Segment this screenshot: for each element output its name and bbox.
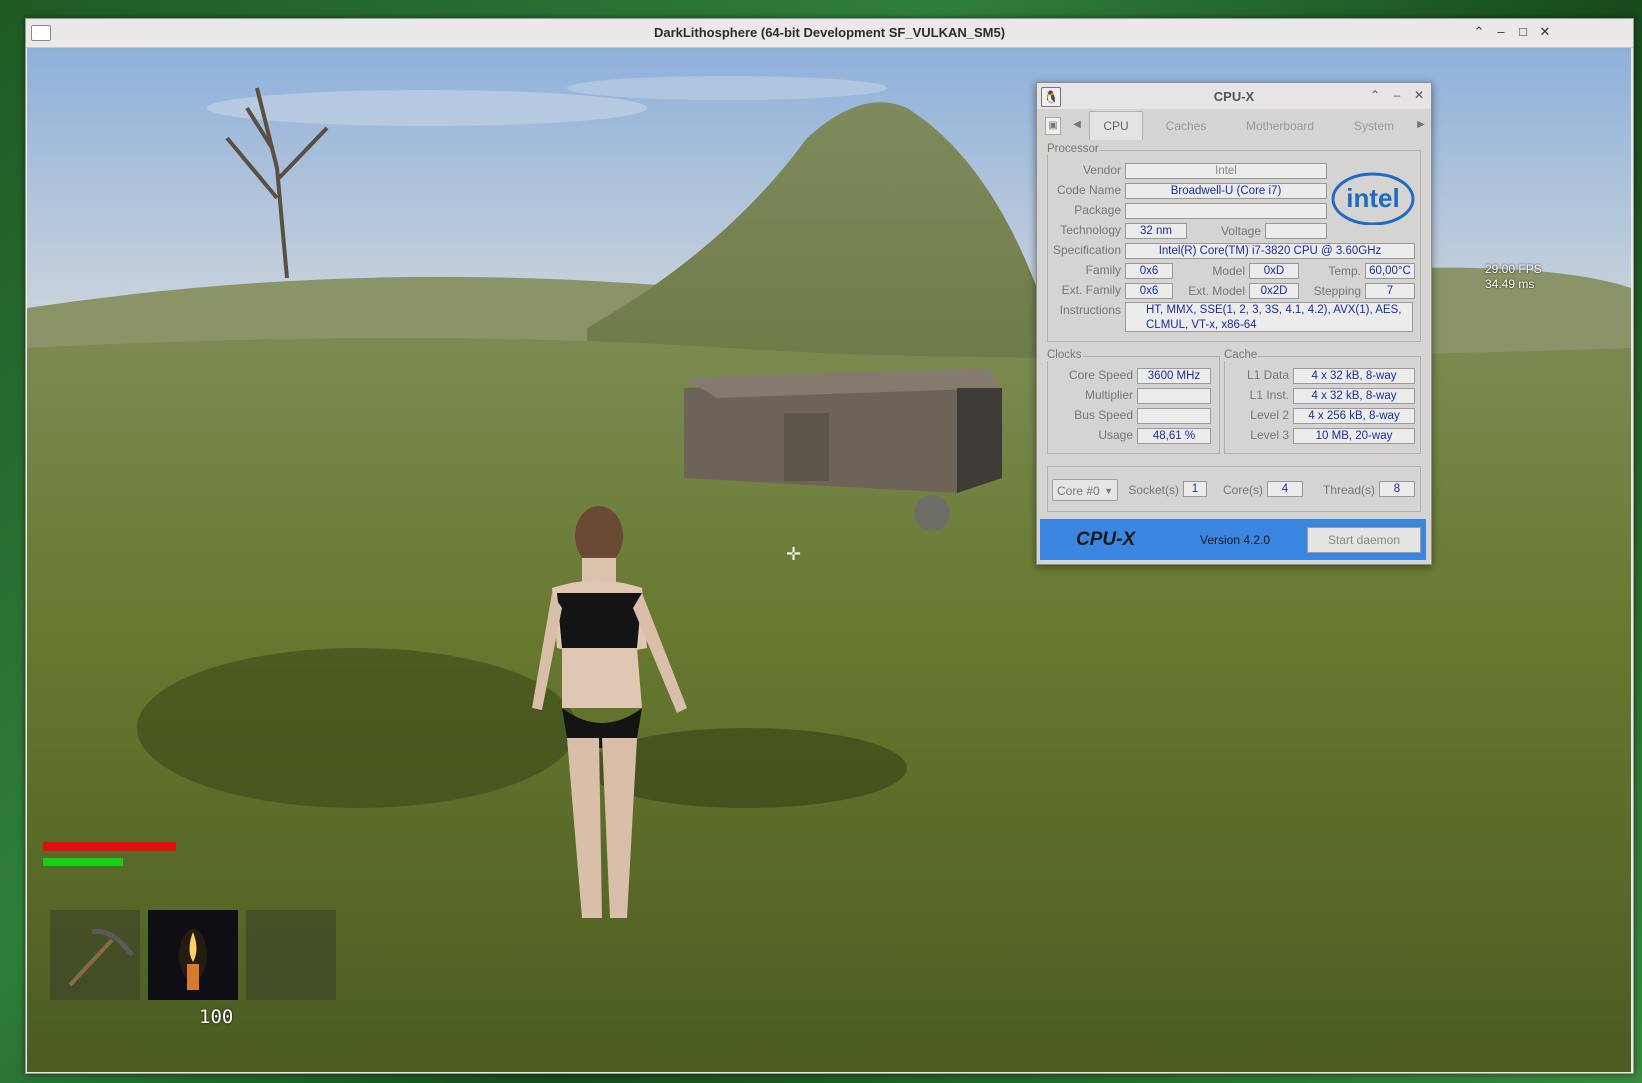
level3-value: 10 MB, 20-way: [1293, 428, 1415, 444]
start-daemon-button[interactable]: Start daemon: [1307, 527, 1421, 553]
close-button[interactable]: ✕: [1536, 23, 1554, 41]
multiplier-value: [1137, 388, 1211, 404]
l1-data-label: L1 Data: [1246, 368, 1289, 382]
group-label: Processor: [1046, 143, 1100, 155]
temp-value: 60,00°C: [1365, 263, 1415, 279]
level2-value: 4 x 256 kB, 8-way: [1293, 408, 1415, 424]
ext-model-label: Ext. Model: [1188, 284, 1245, 298]
tab-prev-arrow-icon[interactable]: ◀: [1070, 117, 1084, 133]
hotbar-slot-1[interactable]: [50, 910, 140, 1000]
package-value: [1125, 203, 1327, 219]
core-speed-label: Core Speed: [1068, 368, 1133, 382]
cpux-footer: CPU-X Version 4.2.0 Start daemon: [1040, 519, 1426, 560]
specification-value: Intel(R) Core(TM) i7-3820 CPU @ 3.60GHz: [1125, 243, 1415, 259]
wooden-hut: [684, 368, 1002, 493]
cores-value: 4: [1267, 481, 1303, 497]
vendor-value: Intel: [1125, 163, 1327, 179]
tab-system[interactable]: System: [1337, 111, 1411, 140]
family-label: Family: [1085, 263, 1121, 277]
package-label: Package: [1074, 203, 1121, 217]
cpux-brand: CPU-X: [1076, 529, 1136, 550]
stepping-label: Stepping: [1313, 284, 1361, 298]
temp-label: Temp.: [1328, 264, 1361, 278]
technology-label: Technology: [1060, 223, 1121, 237]
fps-counter: 29.00 FPS 34.49 ms: [1485, 262, 1542, 292]
core-speed-value: 3600 MHz: [1137, 368, 1211, 384]
voltage-value: [1265, 223, 1327, 239]
tab-bar: ▣ ◀ CPU Caches Motherboard System ▶: [1037, 111, 1431, 141]
code-name-label: Code Name: [1056, 183, 1121, 197]
ext-family-label: Ext. Family: [1061, 283, 1121, 297]
specification-label: Specification: [1052, 243, 1121, 257]
tab-menu-icon[interactable]: ▣: [1045, 117, 1061, 135]
stamina-bar: [43, 858, 123, 866]
group-label: Cache: [1223, 349, 1259, 361]
window-title: DarkLithosphere (64-bit Development SF_V…: [653, 25, 1006, 40]
ext-family-value: 0x6: [1125, 283, 1173, 299]
l1-data-value: 4 x 32 kB, 8-way: [1293, 368, 1415, 384]
cpux-titlebar[interactable]: 🐧 CPU-X ⌃ – ✕: [1037, 83, 1431, 109]
family-value: 0x6: [1125, 263, 1173, 279]
minimize-button[interactable]: –: [1492, 23, 1510, 41]
tab-caches[interactable]: Caches: [1149, 111, 1223, 140]
maximize-button[interactable]: □: [1514, 23, 1532, 41]
pickaxe-icon: [68, 928, 135, 987]
tab-motherboard[interactable]: Motherboard: [1229, 111, 1331, 140]
model-value: 0xD: [1249, 263, 1299, 279]
instructions-value: HT, MMX, SSE(1, 2, 3, 3S, 4.1, 4.2), AVX…: [1125, 302, 1413, 332]
keep-above-button[interactable]: ⌃: [1367, 87, 1383, 103]
group-label: Clocks: [1046, 349, 1083, 361]
intel-logo-text: intel: [1346, 183, 1399, 213]
usage-value: 48,61 %: [1137, 428, 1211, 444]
version-label: Version 4.2.0: [1200, 533, 1271, 547]
minimize-button[interactable]: –: [1389, 87, 1405, 103]
candle-icon: [179, 929, 207, 990]
tab-cpu[interactable]: CPU: [1089, 111, 1143, 140]
hotbar-slot-2[interactable]: [148, 910, 238, 1000]
multiplier-label: Multiplier: [1084, 388, 1133, 402]
l1-inst-value: 4 x 32 kB, 8-way: [1293, 388, 1415, 404]
usage-label: Usage: [1098, 428, 1133, 442]
health-bar: [43, 842, 176, 851]
close-button[interactable]: ✕: [1411, 87, 1427, 103]
core-select-value: Core #0: [1057, 484, 1100, 498]
l1-inst-label: L1 Inst.: [1249, 388, 1289, 402]
hotbar-slot-3[interactable]: [246, 910, 336, 1000]
stepping-value: 7: [1365, 283, 1415, 299]
frame-time-value: 34.49 ms: [1485, 277, 1535, 291]
fps-value: 29.00 FPS: [1485, 262, 1542, 276]
intel-logo: intel: [1331, 172, 1415, 225]
technology-value: 32 nm: [1125, 223, 1187, 239]
crosshair-icon: ✛: [786, 544, 802, 564]
voltage-label: Voltage: [1220, 224, 1261, 238]
bus-speed-value: [1137, 408, 1211, 424]
keep-above-button[interactable]: ⌃: [1470, 23, 1488, 41]
ext-model-value: 0x2D: [1249, 283, 1299, 299]
code-name-value: Broadwell-U (Core i7): [1125, 183, 1327, 199]
game-titlebar[interactable]: DarkLithosphere (64-bit Development SF_V…: [26, 19, 1633, 48]
cores-label: Core(s): [1222, 483, 1263, 497]
sockets-value: 1: [1183, 481, 1207, 497]
model-label: Model: [1212, 264, 1245, 278]
core-select[interactable]: Core #0 ▼: [1052, 479, 1118, 501]
tab-next-arrow-icon[interactable]: ▶: [1414, 117, 1428, 133]
chevron-down-icon: ▼: [1104, 486, 1113, 496]
slot-count: 100: [199, 1006, 234, 1028]
sockets-label: Socket(s): [1128, 483, 1179, 497]
level2-label: Level 2: [1250, 408, 1289, 422]
cpux-window: 🐧 CPU-X ⌃ – ✕ ▣ ◀ CPU Caches Motherboard…: [1036, 82, 1432, 565]
vendor-label: Vendor: [1082, 163, 1121, 177]
instructions-label: Instructions: [1059, 303, 1121, 317]
level3-label: Level 3: [1250, 428, 1289, 442]
threads-label: Thread(s): [1322, 483, 1375, 497]
bus-speed-label: Bus Speed: [1074, 408, 1133, 422]
threads-value: 8: [1379, 481, 1415, 497]
